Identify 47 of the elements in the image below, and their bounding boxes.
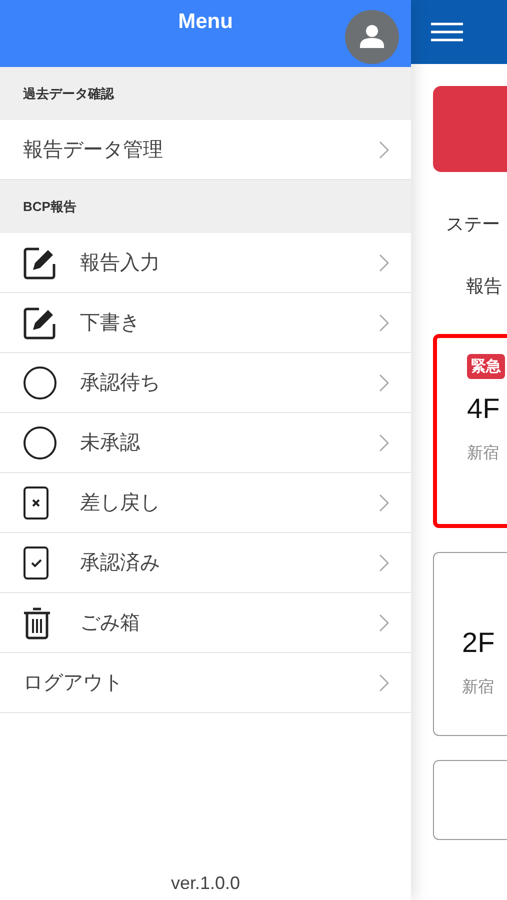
menu-item-label: 差し戻し <box>80 491 160 516</box>
menu-item[interactable]: 未承認 <box>0 413 411 473</box>
chevron-icon <box>379 614 389 632</box>
edit-icon <box>23 306 57 340</box>
report-label: 報告 <box>466 275 503 298</box>
card-title: 2F <box>462 627 496 659</box>
chevron-icon <box>379 554 389 572</box>
menu-item-label: 報告入力 <box>80 251 160 276</box>
menu-item[interactable]: 報告入力 <box>0 233 411 293</box>
document-x-icon <box>23 486 49 520</box>
circle-icon <box>23 426 57 460</box>
menu-item-label: ログアウト <box>23 671 123 696</box>
menu-title: Menu <box>178 10 233 34</box>
menu-item-label: 承認待ち <box>80 371 160 396</box>
menu-item-label: 報告データ管理 <box>23 138 163 163</box>
menu-item[interactable]: 承認待ち <box>0 353 411 413</box>
section-title: BCP報告 <box>23 198 76 216</box>
card-location: 新宿 <box>467 444 500 464</box>
chevron-icon <box>379 140 389 158</box>
menu-item[interactable]: ごみ箱 <box>0 593 411 653</box>
chevron-icon <box>379 434 389 452</box>
urgent-badge: 緊急 <box>467 354 505 379</box>
chevron-icon <box>379 494 389 512</box>
version-text: ver.1.0.0 <box>170 873 242 894</box>
menu-item-label: 下書き <box>80 311 140 336</box>
menu-item[interactable]: 下書き <box>0 293 411 353</box>
report-card[interactable]: 2F 新宿 <box>433 552 507 736</box>
report-card[interactable]: 緊急 4F 新宿 <box>433 334 507 528</box>
menu-item-label: ごみ箱 <box>80 611 140 636</box>
card-location: 新宿 <box>462 678 495 698</box>
trash-icon <box>23 606 51 640</box>
menu-icon[interactable] <box>431 22 463 42</box>
circle-icon <box>23 366 57 400</box>
status-label: ステー <box>446 213 501 236</box>
chevron-icon <box>379 374 389 392</box>
section-title: 過去データ確認 <box>23 84 114 102</box>
avatar-icon[interactable] <box>345 10 399 64</box>
chevron-icon <box>379 674 389 692</box>
chevron-icon <box>379 254 389 272</box>
menu-item[interactable]: 承認済み <box>0 533 411 593</box>
menu-item-label: 承認済み <box>80 551 160 576</box>
menu-item[interactable]: 差し戻し <box>0 473 411 533</box>
menu-item-label: 未承認 <box>80 431 140 456</box>
document-check-icon <box>23 546 49 580</box>
chevron-icon <box>379 314 389 332</box>
card-title: 4F <box>467 393 501 425</box>
edit-icon <box>23 246 57 280</box>
